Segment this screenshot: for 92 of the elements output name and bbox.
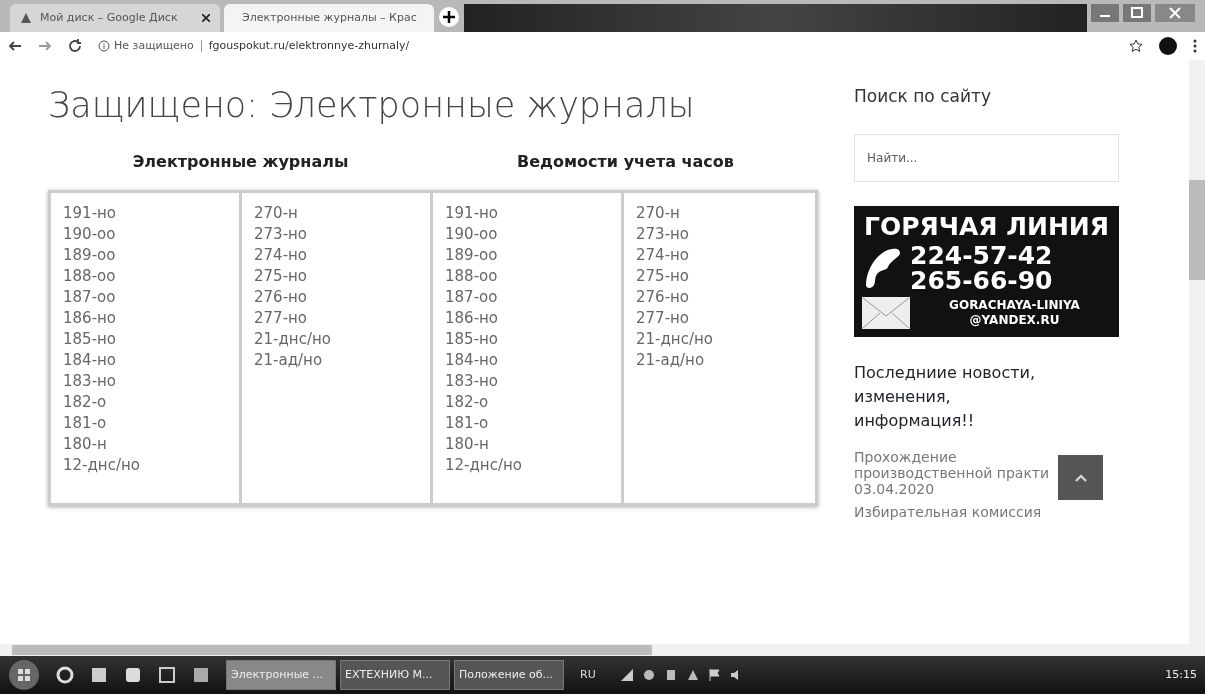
forward-icon[interactable] — [38, 39, 52, 53]
security-label: Не защищено — [114, 37, 194, 54]
table-entry: 21-ад/но — [636, 350, 706, 371]
table-entry: 277-но — [254, 308, 309, 329]
table-entry: 180-н — [63, 434, 108, 455]
news-date: 03.04.2020 — [854, 480, 935, 497]
browser-tab[interactable]: Мой диск – Google Диск — [10, 4, 220, 32]
menu-icon[interactable] — [1193, 39, 1197, 53]
news-link[interactable]: Избирательная комиссия — [854, 503, 1042, 520]
table-entry: 188-оо — [63, 266, 117, 287]
sidebar-heading: Последниие новости, изменения, информация!! — [854, 361, 1036, 432]
table-entry: 180-н — [445, 434, 490, 455]
table-entry: 12-днс/но — [63, 455, 141, 476]
taskbar-button[interactable]: Положение об... — [454, 660, 564, 690]
browser-icon[interactable] — [56, 666, 74, 684]
envelope-icon — [862, 296, 910, 329]
table-entry: 270-н — [254, 203, 299, 224]
tray-icon[interactable] — [685, 668, 700, 682]
table-entry: 12-днс/но — [445, 455, 523, 476]
table-entry: 273-но — [636, 224, 691, 245]
table-entry: 276-но — [254, 287, 309, 308]
email-text: @YANDEX.RU — [968, 312, 1061, 327]
table-entry: 187-оо — [63, 287, 117, 308]
table-entry: 270-н — [636, 203, 681, 224]
tab-title: Электронные журналы – Крас — [242, 9, 417, 26]
table-entry: 185-но — [445, 329, 500, 350]
reload-icon[interactable] — [68, 39, 82, 53]
info-icon[interactable] — [98, 40, 110, 52]
table-entry: 275-но — [636, 266, 691, 287]
table-entry: 186-но — [445, 308, 500, 329]
phone-number: 224-57-42 — [910, 242, 1053, 268]
clock[interactable]: 15:15 — [1165, 666, 1197, 684]
tray-icon[interactable] — [641, 668, 656, 682]
app-icon[interactable] — [158, 666, 176, 684]
app-icon[interactable] — [192, 666, 210, 684]
close-tab-icon[interactable] — [202, 14, 210, 22]
table-entry: 191-но — [445, 203, 500, 224]
signal-icon[interactable] — [619, 668, 634, 682]
taskbar-button[interactable]: ЕХТЕХНИЮ М... — [340, 660, 450, 690]
sidebar-heading: Поиск по сайту — [854, 85, 992, 108]
phone-number: 265-66-90 — [910, 267, 1053, 293]
language-indicator[interactable]: RU — [580, 666, 596, 684]
table-entry: 277-но — [636, 308, 691, 329]
chevron-up-icon — [1073, 472, 1088, 483]
table-entry: 184-но — [445, 350, 500, 371]
search-field[interactable]: Найти... — [854, 133, 1119, 182]
table-entry: 182-о — [445, 392, 490, 413]
flag-icon[interactable] — [707, 668, 722, 682]
table-entry: 276-но — [636, 287, 691, 308]
browser-tab[interactable]: Электронные журналы – Крас — [224, 4, 434, 32]
table-entry: 190-оо — [63, 224, 117, 245]
app-icon[interactable] — [90, 666, 108, 684]
table-entry: 186-но — [63, 308, 118, 329]
news-link[interactable]: Прохождение производственной практи — [854, 448, 1054, 481]
column-heading: Ведомости учета часов — [517, 152, 734, 171]
hotline-title: ГОРЯЧАЯ ЛИНИЯ — [862, 213, 1110, 239]
table-entry: 185-но — [63, 329, 118, 350]
page-title: Защищено: Электронные журналы — [48, 84, 696, 126]
table-entry: 274-но — [254, 245, 309, 266]
table-entry: 187-оо — [445, 287, 499, 308]
table-entry: 183-но — [63, 371, 118, 392]
table-entry: 21-днс/но — [254, 329, 332, 350]
table-entry: 183-но — [445, 371, 500, 392]
table-entry: 188-оо — [445, 266, 499, 287]
table-entry: 181-о — [63, 413, 108, 434]
table-entry: 189-оо — [63, 245, 117, 266]
tab-title: Мой диск – Google Диск — [40, 9, 179, 26]
table-entry: 184-но — [63, 350, 118, 371]
table-entry: 191-но — [63, 203, 118, 224]
column-heading: Электронные журналы — [132, 152, 349, 171]
table-entry: 275-но — [254, 266, 309, 287]
maximize-icon[interactable] — [1123, 4, 1151, 22]
star-icon[interactable] — [1129, 39, 1143, 53]
app-icon[interactable] — [124, 666, 142, 684]
close-icon[interactable] — [1155, 4, 1195, 22]
table-entry: 182-о — [63, 392, 108, 413]
table-entry: 190-оо — [445, 224, 499, 245]
address-field[interactable]: fgouspokut.ru/elektronnye-zhurnaly/ — [208, 37, 410, 55]
email-text: GORACHAYA-LINIYA — [948, 298, 1081, 313]
table-entry: 21-днс/но — [636, 329, 714, 350]
favicon-icon — [20, 12, 32, 24]
table-entry: 181-о — [445, 413, 490, 434]
table-entry: 189-оо — [445, 245, 499, 266]
table-entry: 273-но — [254, 224, 309, 245]
scroll-top-button[interactable] — [1058, 454, 1103, 500]
start-icon[interactable] — [8, 659, 40, 691]
new-tab-icon[interactable] — [438, 6, 460, 28]
table-entry: 274-но — [636, 245, 691, 266]
table-entry: 21-ад/но — [254, 350, 324, 371]
avatar-icon[interactable] — [1159, 37, 1177, 55]
minimize-icon[interactable] — [1091, 4, 1119, 22]
back-icon[interactable] — [8, 39, 22, 53]
